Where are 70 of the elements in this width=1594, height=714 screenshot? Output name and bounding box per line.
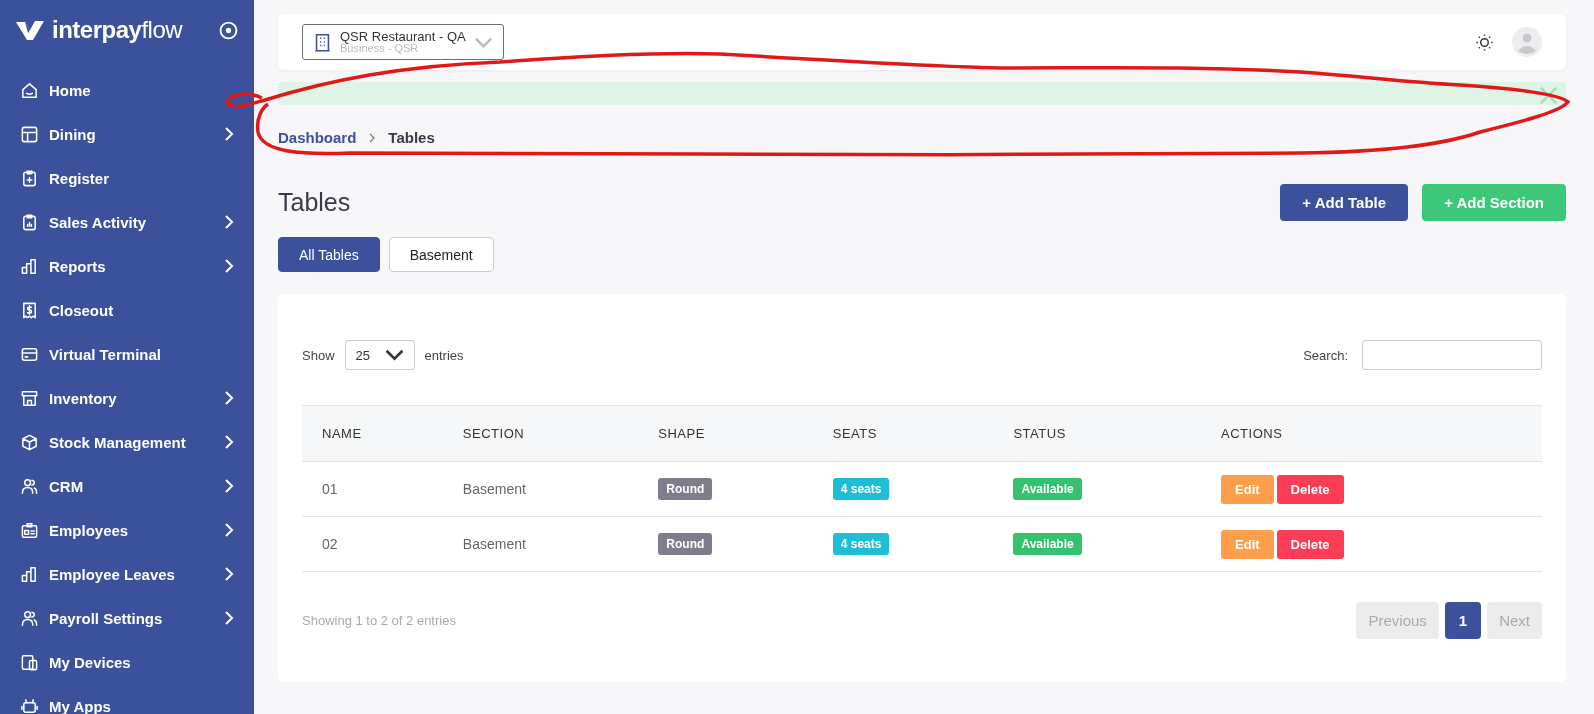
sun-icon[interactable] xyxy=(1475,32,1494,52)
people-icon xyxy=(20,476,39,496)
page-button[interactable]: 1 xyxy=(1444,602,1482,639)
clipboard-icon xyxy=(20,212,39,232)
sidebar-item[interactable]: Payroll Settings xyxy=(0,596,254,640)
business-selector[interactable]: QSR Restaurant - QA Business - QSR xyxy=(302,24,504,60)
clipboard-icon xyxy=(20,168,39,188)
table-cell: Basement xyxy=(442,461,639,517)
business-name: QSR Restaurant - QA xyxy=(340,30,466,43)
sidebar-item[interactable]: Employee Leaves xyxy=(0,552,254,596)
status-tag: Available xyxy=(1013,533,1082,555)
close-icon[interactable] xyxy=(1539,86,1558,105)
entries-label: entries xyxy=(424,347,464,363)
sidebar-item[interactable]: Register xyxy=(0,156,254,200)
sidebar-item[interactable]: Virtual Terminal xyxy=(0,332,254,376)
column-header: SEATS xyxy=(812,405,994,462)
logo-icon xyxy=(16,18,44,42)
seats-tag: 4 seats xyxy=(832,533,890,555)
status-tag: Available xyxy=(1013,478,1082,500)
column-header: STATUS xyxy=(993,405,1201,462)
chevron-right-icon xyxy=(368,132,377,143)
sidebar-item[interactable]: Home xyxy=(0,68,254,112)
table-cell: 02 xyxy=(302,516,443,572)
column-header: SECTION xyxy=(442,405,639,462)
building-icon xyxy=(313,32,332,52)
search-label: Search: xyxy=(1303,347,1348,363)
sidebar-item[interactable]: CRM xyxy=(0,464,254,508)
brand-name: interpayflow xyxy=(52,16,184,44)
column-header: ACTIONS xyxy=(1201,405,1542,462)
delete-button[interactable]: Delete xyxy=(1276,474,1344,504)
target-icon xyxy=(219,20,238,40)
sidebar-item[interactable]: Sales Activity xyxy=(0,200,254,244)
sidebar-item[interactable]: Dining xyxy=(0,112,254,156)
devices-icon xyxy=(20,652,39,672)
sidebar-item[interactable]: Stock Management xyxy=(0,420,254,464)
people-icon xyxy=(20,608,39,628)
delete-button[interactable]: Delete xyxy=(1276,529,1344,559)
sidebar-item[interactable]: My Devices xyxy=(0,640,254,684)
entries-select[interactable]: 25 xyxy=(344,340,415,370)
home-icon xyxy=(20,80,39,100)
add-table-button[interactable]: + Add Table xyxy=(1280,184,1409,221)
column-header: NAME xyxy=(302,405,443,462)
search-field[interactable] xyxy=(1362,340,1542,370)
seats-tag: 4 seats xyxy=(832,478,890,500)
robot-icon xyxy=(20,696,39,714)
shape-tag: Round xyxy=(658,533,713,555)
shape-tag: Round xyxy=(658,478,713,500)
breadcrumb-link[interactable]: Dashboard xyxy=(278,129,357,146)
column-header: SHAPE xyxy=(638,405,813,462)
receipt-icon xyxy=(20,300,39,320)
table-cell: 01 xyxy=(302,461,443,517)
sidebar-item[interactable]: Reports xyxy=(0,244,254,288)
filter-tab[interactable]: All Tables xyxy=(278,237,380,272)
sidebar-item[interactable]: Closeout xyxy=(0,288,254,332)
bar-chart-icon xyxy=(20,256,39,276)
show-label: Show xyxy=(302,347,335,363)
grid-icon xyxy=(20,124,39,144)
business-type: Business - QSR xyxy=(340,43,420,54)
id-badge-icon xyxy=(20,520,39,540)
entries-info: Showing 1 to 2 of 2 entries xyxy=(302,613,457,628)
box-icon xyxy=(20,432,39,452)
filter-tab[interactable]: Basement xyxy=(388,237,494,272)
page-title: Tables xyxy=(278,188,352,217)
sidebar-item[interactable]: Employees xyxy=(0,508,254,552)
table-cell: Basement xyxy=(442,516,639,572)
sidebar-item[interactable]: Inventory xyxy=(0,376,254,420)
bar-chart-icon xyxy=(20,564,39,584)
breadcrumb-current: Tables xyxy=(388,129,435,146)
sidebar-item[interactable]: My Apps xyxy=(0,684,254,714)
store-icon xyxy=(20,388,39,408)
